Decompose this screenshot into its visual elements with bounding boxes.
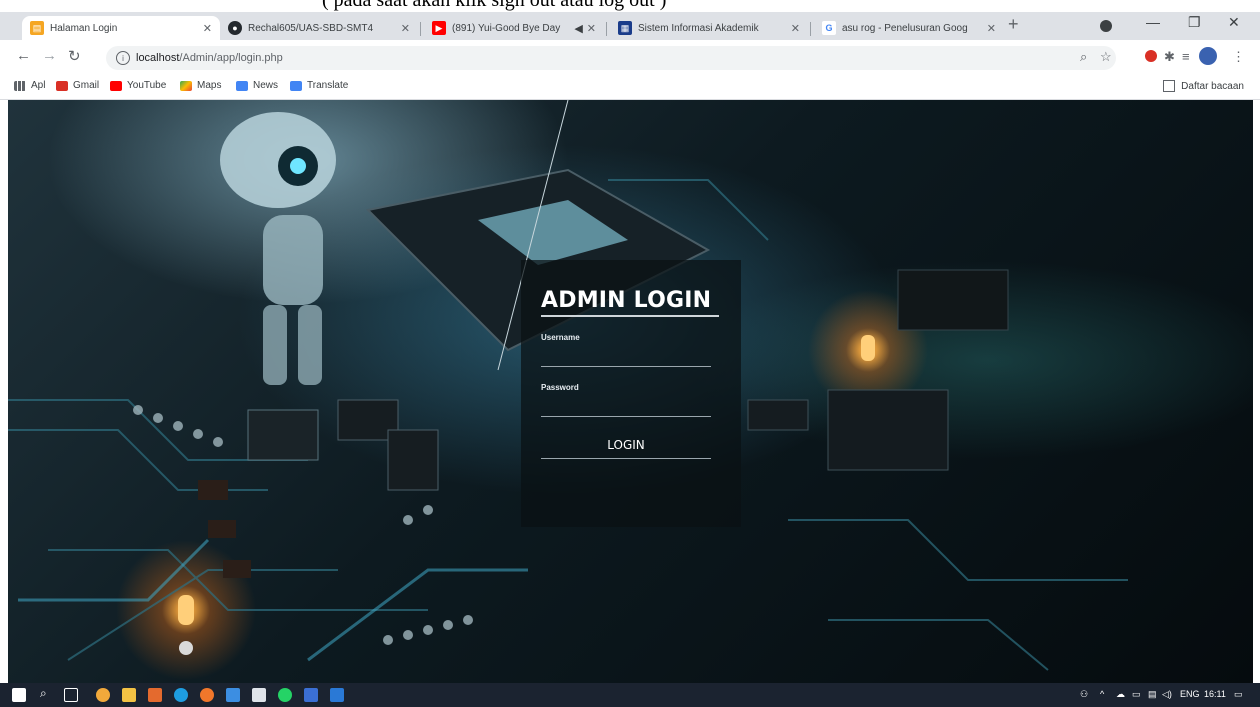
reload-icon[interactable]: ↻	[68, 47, 81, 65]
login-button[interactable]: LOGIN	[541, 431, 711, 459]
password-label: Password	[541, 383, 579, 392]
battery-icon[interactable]: ▭	[1132, 689, 1141, 700]
close-tab-icon[interactable]: ✕	[791, 22, 800, 35]
extension-red-icon[interactable]	[1145, 50, 1157, 62]
reading-list-icon	[1163, 80, 1176, 92]
google-icon: G	[822, 21, 836, 35]
bookmarks-bar: Apl Gmail YouTube Maps News Translate Da…	[0, 74, 1260, 100]
tab-halaman-login[interactable]: ▤ Halaman Login ✕	[22, 16, 220, 40]
admin-login-form: ADMIN LOGIN Username Password LOGIN	[521, 260, 741, 527]
zoom-icon[interactable]: ⌕	[1080, 49, 1087, 65]
notification-icon[interactable]: ▭	[1234, 689, 1243, 700]
tab-github[interactable]: ● Rechal605/UAS-SBD-SMT4 ✕	[220, 16, 418, 40]
gmail-icon	[56, 80, 68, 91]
bookmark-youtube[interactable]: YouTube	[110, 80, 166, 91]
maximize-icon[interactable]: ❐	[1188, 14, 1201, 31]
username-field[interactable]	[541, 366, 711, 367]
close-tab-icon[interactable]: ✕	[987, 22, 996, 35]
close-window-icon[interactable]: ✕	[1228, 14, 1240, 31]
page-favicon-icon: ▤	[30, 21, 44, 35]
app-icon[interactable]	[96, 688, 110, 702]
address-bar[interactable]: i localhost/Admin/app/login.php	[106, 46, 1116, 70]
forward-arrow-icon[interactable]: →	[42, 47, 57, 64]
url-host: localhost	[136, 52, 180, 64]
people-icon[interactable]: ⚇	[1080, 689, 1088, 700]
bookmark-gmail[interactable]: Gmail	[56, 80, 99, 91]
language-indicator[interactable]: ENG	[1180, 689, 1200, 699]
edge-icon[interactable]	[174, 688, 188, 702]
minimize-icon[interactable]: —	[1146, 14, 1160, 30]
whatsapp-icon[interactable]	[278, 688, 292, 702]
document-caption: ( pada saat akan klik sign out atau log …	[322, 0, 667, 11]
store-icon[interactable]	[330, 688, 344, 702]
media-queue-icon[interactable]: ≡	[1182, 49, 1190, 64]
username-label: Username	[541, 333, 580, 342]
maps-icon	[180, 80, 192, 91]
app-blue-icon[interactable]	[304, 688, 318, 702]
tab-label: Halaman Login	[50, 22, 118, 34]
bookmark-maps[interactable]: Maps	[180, 80, 221, 91]
tab-sistem-informasi[interactable]: ▦ Sistem Informasi Akademik ✕	[610, 16, 808, 40]
onedrive-icon[interactable]: ☁	[1116, 689, 1125, 700]
tab-label: asu rog - Penelusuran Goog	[842, 22, 968, 34]
search-icon[interactable]: ⌕	[40, 686, 47, 701]
office-icon[interactable]	[148, 688, 162, 702]
password-field[interactable]	[541, 416, 711, 417]
bookmark-news[interactable]: News	[236, 80, 278, 91]
bookmark-apps[interactable]: Apl	[14, 80, 45, 91]
url-path: /Admin/app/login.php	[179, 52, 283, 64]
app-window-icon[interactable]	[252, 688, 266, 702]
login-title: ADMIN LOGIN	[541, 288, 712, 313]
windows-start-icon[interactable]	[12, 688, 26, 702]
back-arrow-icon[interactable]: ←	[16, 47, 31, 64]
volume-icon[interactable]: ◁)	[1162, 689, 1172, 700]
profile-avatar[interactable]	[1199, 47, 1217, 65]
network-icon[interactable]: ▤	[1148, 689, 1157, 700]
extension-icon[interactable]	[1100, 20, 1112, 32]
file-explorer-icon[interactable]	[122, 688, 136, 702]
tab-google-search[interactable]: G asu rog - Penelusuran Goog ✕	[814, 16, 1004, 40]
info-icon[interactable]: i	[116, 51, 130, 65]
youtube-icon	[110, 80, 122, 91]
tab-youtube[interactable]: ▶ (891) Yui-Good Bye Day ◀ ✕	[424, 16, 604, 40]
title-underline	[541, 315, 719, 317]
firefox-icon[interactable]	[200, 688, 214, 702]
tray-chevron-icon[interactable]: ^	[1100, 689, 1104, 699]
login-page-background: ADMIN LOGIN Username Password LOGIN	[8, 100, 1253, 683]
close-tab-icon[interactable]: ✕	[401, 22, 410, 35]
campus-favicon-icon: ▦	[618, 21, 632, 35]
browser-tab-strip: ▤ Halaman Login ✕ ● Rechal605/UAS-SBD-SM…	[0, 12, 1260, 40]
vscode-icon[interactable]	[226, 688, 240, 702]
news-icon	[236, 80, 248, 91]
github-icon: ●	[228, 21, 242, 35]
apps-grid-icon	[14, 80, 26, 91]
puzzle-extensions-icon[interactable]: ✱	[1164, 49, 1175, 65]
clock[interactable]: 16:11	[1204, 689, 1226, 699]
audio-icon[interactable]: ◀	[574, 22, 582, 35]
tab-label: Rechal605/UAS-SBD-SMT4	[248, 22, 374, 34]
windows-taskbar: ⌕ ⚇ ^ ☁ ▭ ▤ ◁) ENG 16:11 ▭	[0, 683, 1260, 707]
bookmark-star-icon[interactable]: ☆	[1100, 49, 1112, 65]
new-tab-button[interactable]: +	[1008, 14, 1019, 35]
reading-list-button[interactable]: Daftar bacaan	[1163, 80, 1244, 92]
bookmark-translate[interactable]: Translate	[290, 80, 348, 91]
tab-label: (891) Yui-Good Bye Day	[452, 22, 561, 34]
close-tab-icon[interactable]: ✕	[203, 22, 212, 35]
translate-icon	[290, 80, 302, 91]
close-tab-icon[interactable]: ✕	[587, 22, 596, 35]
tab-label: Sistem Informasi Akademik	[638, 22, 759, 34]
task-view-icon[interactable]	[64, 688, 78, 702]
youtube-icon: ▶	[432, 21, 446, 35]
menu-kebab-icon[interactable]: ⋮	[1232, 49, 1245, 65]
